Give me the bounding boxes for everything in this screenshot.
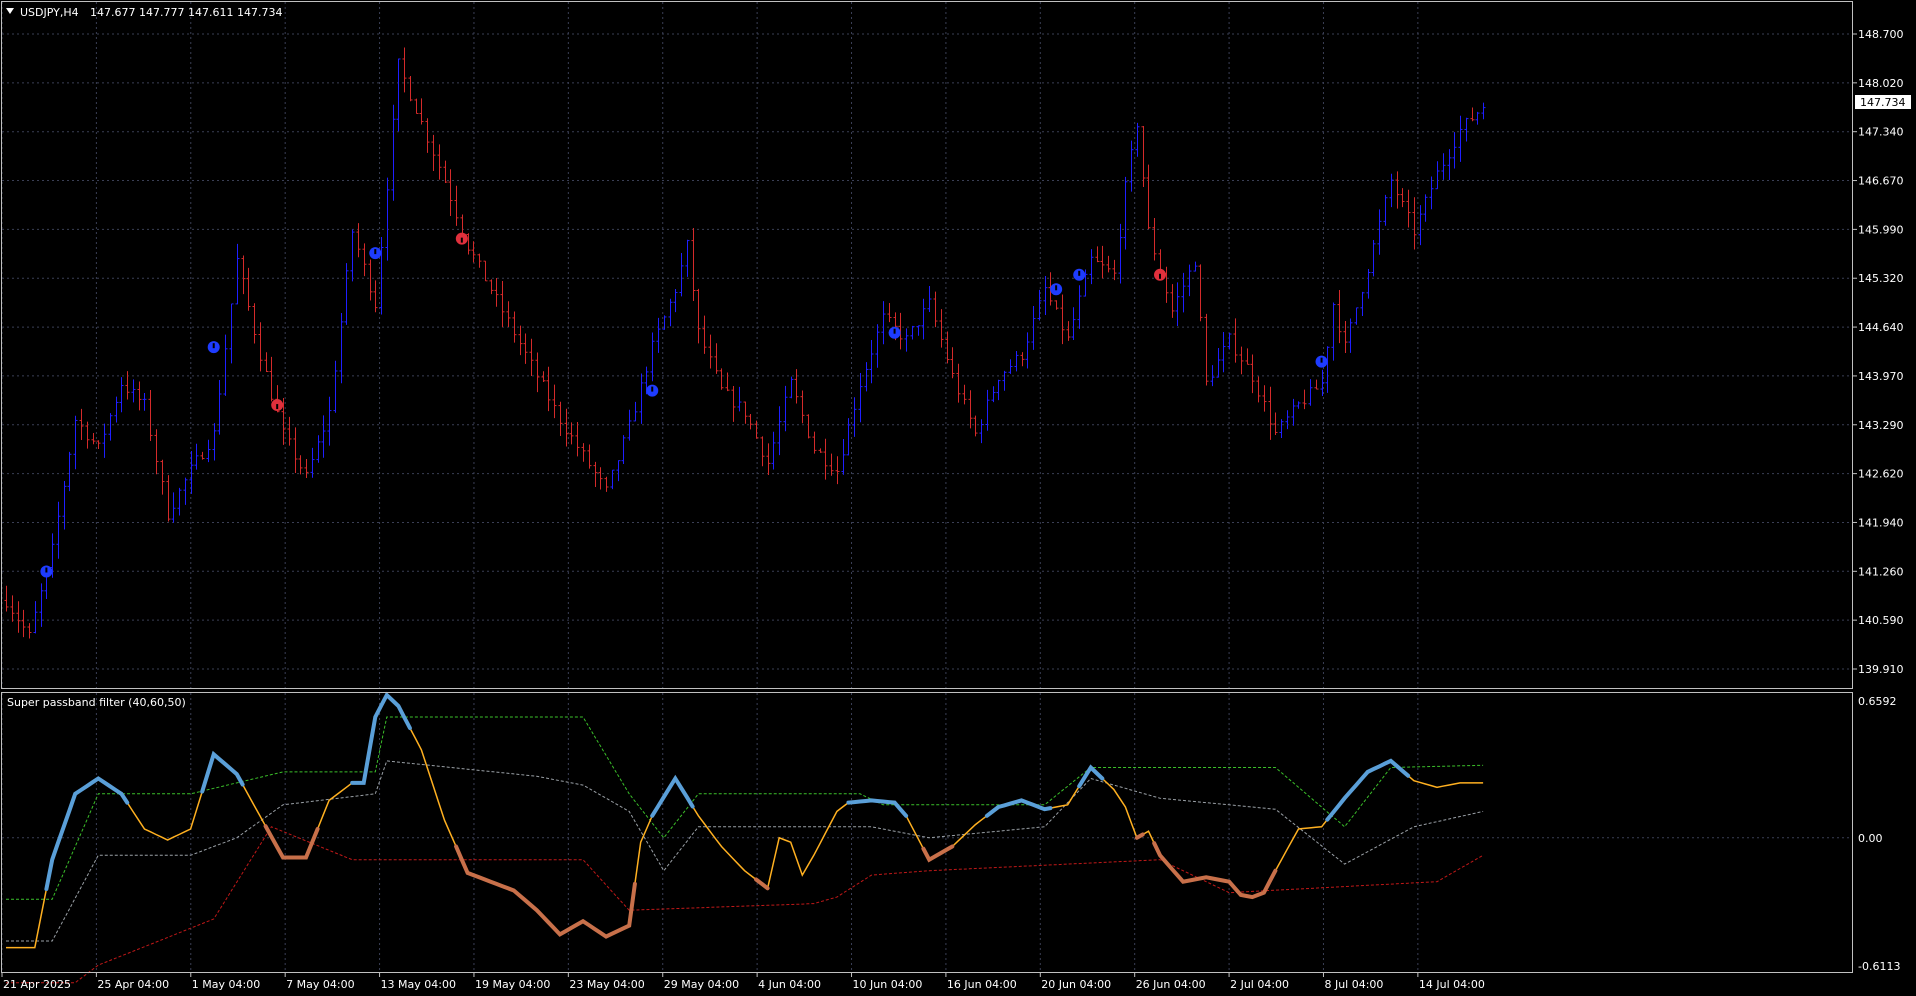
price-tick-label: 148.020 xyxy=(1858,77,1904,90)
current-price-tag: 147.734 xyxy=(1855,95,1911,109)
price-tick-label: 146.670 xyxy=(1858,175,1904,188)
time-tick-label: 26 Jun 04:00 xyxy=(1136,978,1206,991)
time-tick-label: 14 Jul 04:00 xyxy=(1419,978,1485,991)
time-tick-label: 29 May 04:00 xyxy=(664,978,739,991)
sell-signal-icon xyxy=(271,399,284,412)
sell-signal-icon xyxy=(455,232,468,245)
time-tick-label: 2 Jul 04:00 xyxy=(1230,978,1289,991)
buy-signal-icon xyxy=(1050,283,1063,296)
time-tick-label: 21 Apr 2025 xyxy=(3,978,71,991)
price-tick-label: 140.590 xyxy=(1858,614,1904,627)
buy-signal-icon xyxy=(888,326,901,339)
chart-header: USDJPY,H4 147.677 147.777 147.611 147.73… xyxy=(6,6,282,19)
indicator-tick-label: -0.6113 xyxy=(1858,960,1900,973)
time-tick-label: 1 May 04:00 xyxy=(192,978,260,991)
buy-signal-icon xyxy=(40,565,53,578)
buy-signal-icon xyxy=(646,384,659,397)
buy-signal-icon xyxy=(1073,268,1086,281)
chart-background xyxy=(0,0,1916,996)
indicator-tick-label: 0.6592 xyxy=(1858,695,1897,708)
time-tick-label: 25 Apr 04:00 xyxy=(97,978,169,991)
current-price-label: 147.734 xyxy=(1860,96,1906,109)
price-tick-label: 145.320 xyxy=(1858,272,1904,285)
buy-signal-icon xyxy=(207,341,220,354)
symbol-label: USDJPY,H4 xyxy=(20,6,79,19)
price-tick-label: 144.640 xyxy=(1858,321,1904,334)
time-tick-label: 20 Jun 04:00 xyxy=(1041,978,1111,991)
buy-signal-icon xyxy=(369,247,382,260)
price-tick-label: 142.620 xyxy=(1858,468,1904,481)
indicator-title: Super passband filter (40,60,50) xyxy=(7,696,186,709)
time-tick-label: 13 May 04:00 xyxy=(381,978,456,991)
time-tick-label: 23 May 04:00 xyxy=(569,978,644,991)
buy-signal-icon xyxy=(1315,355,1328,368)
indicator-tick-label: 0.00 xyxy=(1858,832,1883,845)
trading-chart[interactable]: USDJPY,H4 147.677 147.777 147.611 147.73… xyxy=(0,0,1916,996)
time-tick-label: 4 Jun 04:00 xyxy=(758,978,821,991)
price-tick-label: 143.290 xyxy=(1858,419,1904,432)
price-tick-label: 143.970 xyxy=(1858,370,1904,383)
price-tick-label: 145.990 xyxy=(1858,223,1904,236)
price-tick-label: 147.340 xyxy=(1858,126,1904,139)
time-tick-label: 7 May 04:00 xyxy=(286,978,354,991)
time-tick-label: 16 Jun 04:00 xyxy=(947,978,1017,991)
sell-signal-icon xyxy=(1154,268,1166,281)
price-tick-label: 139.910 xyxy=(1858,663,1904,676)
price-tick-label: 148.700 xyxy=(1858,28,1904,41)
price-tick-label: 141.260 xyxy=(1858,565,1904,578)
time-tick-label: 19 May 04:00 xyxy=(475,978,550,991)
time-tick-label: 10 Jun 04:00 xyxy=(853,978,923,991)
ohlc-readout: 147.677 147.777 147.611 147.734 xyxy=(90,6,282,19)
time-tick-label: 8 Jul 04:00 xyxy=(1324,978,1383,991)
price-tick-label: 141.940 xyxy=(1858,516,1904,529)
